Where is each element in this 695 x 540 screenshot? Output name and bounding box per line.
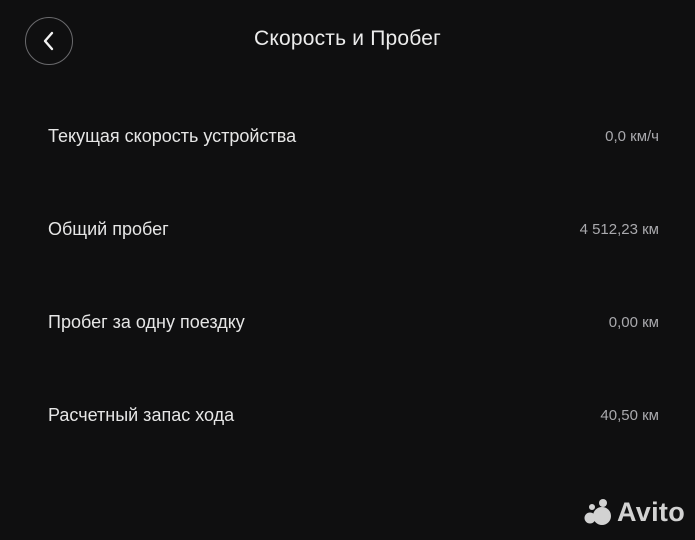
row-value: 40,50 км bbox=[600, 407, 659, 424]
avito-watermark: Avito bbox=[582, 496, 685, 528]
list-item-total-mileage: Общий пробег 4 512,23 км bbox=[0, 183, 695, 276]
row-label: Текущая скорость устройства bbox=[48, 126, 297, 146]
row-value: 0,00 км bbox=[608, 314, 659, 331]
row-label: Пробег за одну поездку bbox=[48, 312, 245, 332]
avito-logo-icon bbox=[584, 499, 611, 525]
watermark-text: Avito bbox=[617, 496, 685, 527]
row-label: Общий пробег bbox=[48, 219, 169, 239]
row-value: 0,0 км/ч bbox=[605, 128, 659, 145]
list-item-trip-mileage: Пробег за одну поездку 0,00 км bbox=[0, 276, 695, 369]
row-label: Расчетный запас хода bbox=[48, 405, 235, 425]
page-title: Скорость и Пробег bbox=[253, 27, 442, 50]
metrics-list: Текущая скорость устройства 0,0 км/ч Общ… bbox=[0, 90, 695, 462]
screen: Скорость и Пробег Текущая скорость устро… bbox=[0, 0, 695, 540]
header: Скорость и Пробег bbox=[0, 0, 695, 84]
list-item-estimated-range: Расчетный запас хода 40,50 км bbox=[0, 369, 695, 462]
list-item-current-speed: Текущая скорость устройства 0,0 км/ч bbox=[0, 90, 695, 183]
row-value: 4 512,23 км bbox=[579, 221, 659, 238]
